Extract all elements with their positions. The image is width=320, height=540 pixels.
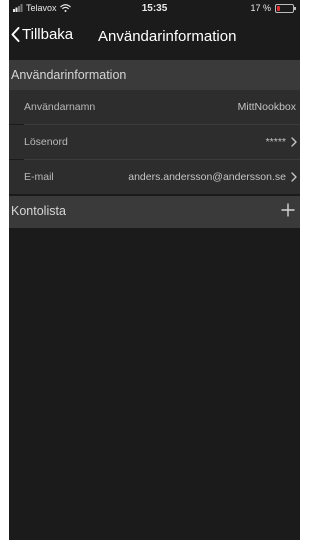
chevron-right-icon — [291, 172, 297, 182]
password-row[interactable]: Lösenord ***** — [9, 125, 300, 159]
back-button[interactable]: Tillbaka — [11, 26, 73, 43]
status-bar: Telavox 15:35 17 % — [9, 0, 300, 18]
battery-percent: 17 % — [250, 3, 271, 13]
email-row[interactable]: E-mail anders.andersson@andersson.se — [9, 160, 300, 194]
phone-screen: Telavox 15:35 17 % Tillbaka Användarinfo… — [9, 0, 300, 540]
email-value: anders.andersson@andersson.se — [128, 171, 297, 183]
page-title: Användarinformation — [98, 28, 237, 45]
navigation-bar: Tillbaka Användarinformation — [9, 18, 300, 60]
account-list-empty-area — [9, 228, 300, 540]
username-text: MittNookbox — [237, 101, 296, 113]
plus-icon[interactable] — [281, 203, 295, 217]
chevron-right-icon — [291, 137, 297, 147]
battery-icon — [275, 3, 296, 13]
battery-level — [277, 5, 280, 11]
back-label: Tillbaka — [22, 26, 74, 43]
password-label: Lösenord — [24, 136, 68, 148]
username-row[interactable]: Användarnamn MittNookbox — [9, 90, 300, 124]
password-value: ***** — [266, 136, 297, 148]
username-label: Användarnamn — [24, 101, 96, 113]
status-right: 17 % — [250, 3, 296, 13]
battery-tip — [294, 6, 296, 10]
account-list-section-title: Kontolista — [11, 204, 66, 218]
email-label: E-mail — [24, 171, 54, 183]
chevron-left-icon — [11, 27, 20, 42]
user-info-section-header: Användarinformation — [9, 60, 300, 90]
account-list-section-header: Kontolista — [9, 196, 300, 228]
password-masked-text: ***** — [265, 136, 286, 148]
email-text: anders.andersson@andersson.se — [128, 171, 286, 183]
user-info-section-title: Användarinformation — [11, 68, 127, 82]
username-value: MittNookbox — [238, 101, 296, 113]
